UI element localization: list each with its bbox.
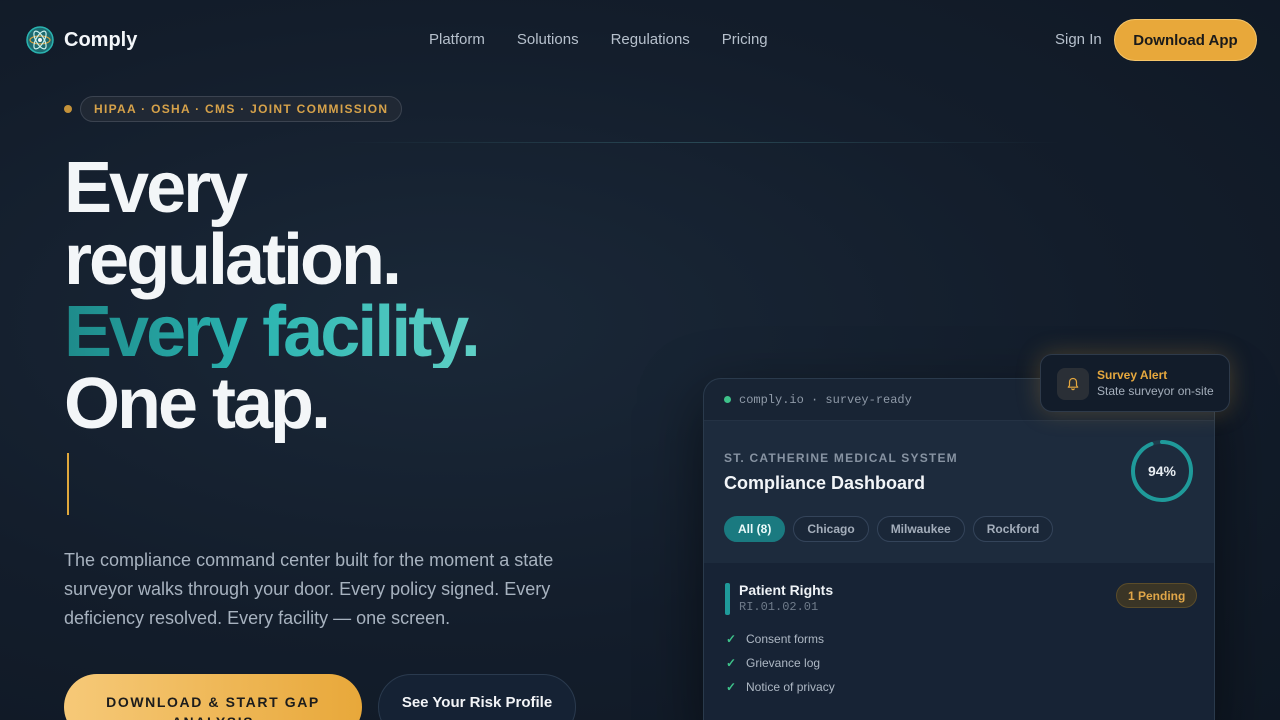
- chip-chicago[interactable]: Chicago: [793, 516, 869, 542]
- headline-line-4: One tap.: [64, 364, 331, 444]
- download-gap-analysis-button[interactable]: DOWNLOAD & START GAP ANALYSIS: [64, 674, 362, 720]
- hero-subtext: The compliance command center built for …: [64, 550, 554, 628]
- section-title: Patient Rights: [739, 582, 834, 598]
- list-item: ✓ Consent forms: [726, 627, 835, 651]
- headline-line-3: Every facility.: [64, 292, 481, 372]
- nav-link-solutions[interactable]: Solutions: [517, 31, 579, 48]
- dashboard-title: Compliance Dashboard: [724, 473, 926, 493]
- dashboard-preview-card: comply.io · survey-ready ST. CATHERINE M…: [703, 378, 1215, 720]
- score-value: 94%: [1147, 463, 1177, 479]
- card-header: ST. CATHERINE MEDICAL SYSTEM Compliance …: [704, 421, 1214, 563]
- org-name: ST. CATHERINE MEDICAL SYSTEM: [724, 451, 958, 465]
- brand[interactable]: Comply: [26, 26, 137, 54]
- headline-line-2: regulation.: [64, 220, 402, 300]
- top-nav: Comply Platform Solutions Regulations Pr…: [0, 0, 1280, 80]
- pending-badge: 1 Pending: [1116, 583, 1198, 608]
- card-url: comply.io · survey-ready: [739, 392, 912, 407]
- chip-rockford[interactable]: Rockford: [972, 516, 1054, 542]
- brand-name: Comply: [64, 28, 138, 51]
- check-label: Grievance log: [746, 656, 821, 670]
- list-item: ✓ Notice of privacy: [726, 675, 835, 699]
- survey-alert-toast[interactable]: Survey Alert State surveyor on-site: [1040, 354, 1230, 412]
- check-label: Notice of privacy: [746, 680, 835, 694]
- chip-milwaukee[interactable]: Milwaukee: [876, 516, 965, 542]
- status-dot: [724, 396, 731, 403]
- bell-icon: [1057, 368, 1089, 400]
- check-icon: ✓: [726, 656, 737, 670]
- nav-link-platform[interactable]: Platform: [429, 31, 485, 48]
- list-item: ✓ Grievance log: [726, 651, 835, 675]
- patient-rights-section[interactable]: Patient Rights RI.01.02.01 1 Pending ✓ C…: [704, 563, 1214, 720]
- regulation-tag: HIPAA · OSHA · CMS · JOINT COMMISSION: [80, 96, 403, 122]
- sign-in-link[interactable]: Sign In: [1055, 31, 1102, 48]
- download-app-button[interactable]: Download App: [1114, 19, 1257, 61]
- nav-link-pricing[interactable]: Pricing: [722, 31, 768, 48]
- checklist: ✓ Consent forms ✓ Grievance log ✓ Notice…: [726, 627, 835, 699]
- tag-dot: [64, 105, 72, 113]
- hero-headline: Every regulation. Every facility. One ta…: [64, 148, 481, 444]
- atom-logo-icon: [26, 26, 54, 54]
- check-label: Consent forms: [746, 632, 825, 646]
- section-accent-bar: [725, 583, 730, 615]
- divider: [340, 142, 1060, 143]
- alert-title: Survey Alert: [1097, 368, 1168, 382]
- check-icon: ✓: [726, 680, 737, 694]
- chip-all[interactable]: All (8): [724, 516, 786, 542]
- check-icon: ✓: [726, 632, 737, 646]
- nav-links: Platform Solutions Regulations Pricing: [429, 31, 768, 48]
- headline-line-1: Every: [64, 148, 248, 228]
- typing-cursor: [67, 453, 69, 515]
- section-code: RI.01.02.01: [739, 600, 819, 614]
- risk-profile-button[interactable]: See Your Risk Profile: [378, 674, 576, 720]
- nav-link-regulations[interactable]: Regulations: [611, 31, 690, 48]
- facility-filter-chips: All (8) Chicago Milwaukee Rockford: [724, 516, 1054, 542]
- alert-subtitle: State surveyor on-site: [1097, 384, 1214, 398]
